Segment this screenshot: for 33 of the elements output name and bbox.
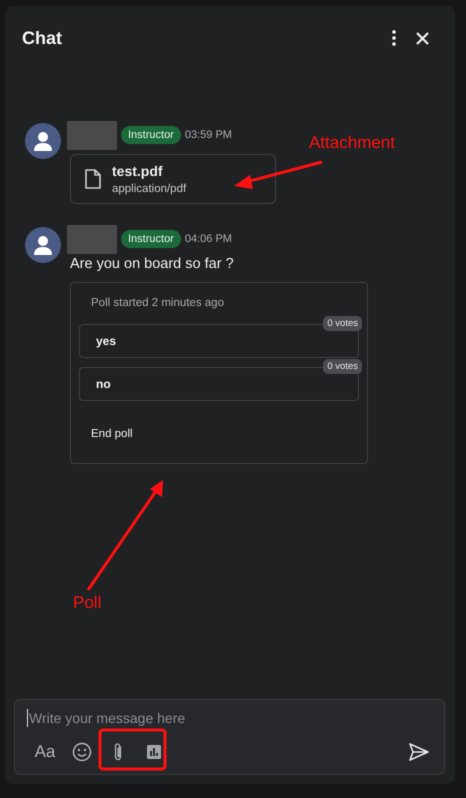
file-type: application/pdf [112, 183, 186, 195]
message-input[interactable]: Write your message here [27, 709, 432, 727]
paperclip-icon [113, 742, 123, 762]
message-text: Are you on board so far ? [70, 256, 235, 272]
send-button[interactable] [408, 740, 430, 764]
send-icon [409, 743, 429, 761]
poll-status: Poll started 2 minutes ago [91, 297, 225, 309]
attachment-card[interactable]: test.pdf application/pdf [70, 154, 276, 204]
vote-count: 0 votes [323, 316, 362, 331]
kebab-icon [392, 30, 396, 46]
close-button[interactable] [416, 32, 429, 44]
redacted-name [67, 224, 117, 254]
file-icon [85, 169, 101, 189]
role-badge: Instructor [121, 126, 181, 144]
emoji-icon [72, 742, 92, 762]
redacted-name [67, 120, 117, 150]
message-time: 04:06 PM [184, 233, 232, 245]
role-badge: Instructor [121, 230, 181, 248]
person-icon [33, 131, 53, 151]
format-button[interactable]: Aa [33, 740, 57, 764]
annotation-label: Poll [73, 593, 102, 613]
bar-chart-icon [147, 745, 161, 759]
person-icon [33, 235, 53, 255]
end-poll-button[interactable]: End poll [91, 425, 133, 443]
highlight-frame [98, 728, 166, 770]
vote-count: 0 votes [323, 359, 362, 374]
file-name: test.pdf [112, 163, 164, 179]
message-time: 03:59 PM [184, 129, 232, 141]
menu-button[interactable] [392, 30, 396, 46]
annotation-label: Attachment [309, 133, 395, 153]
close-icon [416, 32, 429, 44]
window-title: Chat [22, 28, 63, 48]
emoji-button[interactable] [71, 740, 93, 764]
